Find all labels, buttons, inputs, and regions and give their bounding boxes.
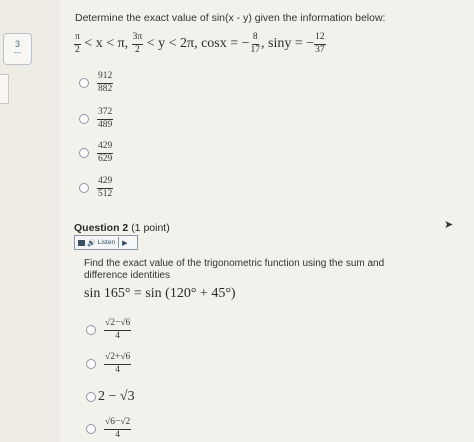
cond-frac-3: 8 17 <box>250 32 262 55</box>
choice-fraction: √2−√6 4 <box>104 318 132 341</box>
frac-num: 3π <box>131 32 144 45</box>
question-pager[interactable]: 3 --- <box>3 33 32 65</box>
radio-button[interactable] <box>86 392 96 402</box>
frac-num: 912 <box>97 71 114 84</box>
pager-dash: --- <box>14 50 21 57</box>
frac-den: 882 <box>98 83 113 94</box>
choice-fraction: 372 489 <box>97 107 114 130</box>
frac-num: √2−√6 <box>104 318 132 331</box>
frac-den: 2 <box>135 44 140 55</box>
play-icon[interactable]: ▶ <box>122 239 127 247</box>
speaker-icon[interactable]: 🔊 <box>87 239 96 247</box>
q2-choice-3[interactable]: 2 − √3 <box>86 389 135 405</box>
frac-num: π <box>74 32 81 45</box>
q1-choice-3[interactable]: 429 629 <box>79 141 114 164</box>
frac-den: 17 <box>250 44 261 55</box>
q1-choice-2[interactable]: 372 489 <box>79 107 114 130</box>
frac-den: 512 <box>98 188 113 199</box>
side-panel-tab[interactable] <box>0 74 9 104</box>
q2-equation: sin 165° = sin (120° + 45°) <box>84 286 236 301</box>
q2-title: Question 2 <box>74 222 129 234</box>
radio-button[interactable] <box>79 183 89 193</box>
q2-points: (1 point) <box>131 222 170 234</box>
frac-num: 429 <box>97 141 114 154</box>
q2-header: Question 2 (1 point) <box>74 222 170 234</box>
frac-den: 37 <box>315 44 325 55</box>
cond-text-1: < x < π, <box>80 36 132 52</box>
radio-button[interactable] <box>79 78 89 88</box>
q2-text: Find the exact value of the trigonometri… <box>84 258 385 281</box>
choice-fraction: 912 882 <box>97 71 114 94</box>
frac-den: 4 <box>115 429 121 440</box>
left-rail <box>0 0 60 442</box>
cond-frac-2: 3π 2 <box>131 32 144 55</box>
q1-stem: Determine the exact value of sin(x - y) … <box>75 12 386 24</box>
choice-fraction: 429 629 <box>97 141 114 164</box>
frac-den: 4 <box>115 364 121 375</box>
listen-label[interactable]: Listen <box>98 239 115 246</box>
q1-choice-1[interactable]: 912 882 <box>79 71 114 94</box>
choice-fraction: √2+√6 4 <box>104 352 132 375</box>
pager-number: 3 <box>14 39 20 49</box>
radio-button[interactable] <box>86 424 96 434</box>
radio-button[interactable] <box>79 148 89 158</box>
cond-frac-1: π2 <box>74 32 81 55</box>
radio-button[interactable] <box>86 325 96 335</box>
q2-choice-2[interactable]: √2+√6 4 <box>86 352 132 375</box>
radio-button[interactable] <box>79 114 89 124</box>
cond-frac-4: 12 37 <box>314 32 326 55</box>
q1-choice-4[interactable]: 429 512 <box>79 176 114 199</box>
frac-num: 429 <box>97 176 114 189</box>
radio-button[interactable] <box>86 359 96 369</box>
cond-text-3: , siny = − <box>261 36 315 52</box>
q2-choice-1[interactable]: √2−√6 4 <box>86 318 132 341</box>
choice-fraction: √6−√2 4 <box>104 417 132 440</box>
toolbar-icon <box>78 239 85 246</box>
listen-toolbar[interactable]: 🔊 Listen ▶ <box>74 235 138 250</box>
frac-den: 629 <box>98 153 113 164</box>
frac-num: 372 <box>97 107 114 120</box>
frac-den: 489 <box>98 119 113 130</box>
frac-num: 8 <box>251 32 259 45</box>
q1-condition: π2 < x < π, 3π 2 < y < 2π, cosx = −8 17, s… <box>74 32 326 55</box>
choice-text: 2 − √3 <box>98 389 135 404</box>
frac-num: √6−√2 <box>104 417 132 430</box>
cursor-icon: ➤ <box>444 219 454 231</box>
frac-num: 12 <box>314 32 326 45</box>
toolbar-divider <box>118 237 120 248</box>
q2-choice-4[interactable]: √6−√2 4 <box>86 417 132 440</box>
frac-den: 2 <box>75 44 80 55</box>
cond-text-2: < y < 2π, cosx = − <box>143 36 250 52</box>
choice-fraction: 429 512 <box>97 176 114 199</box>
frac-den: 4 <box>115 330 121 341</box>
frac-num: √2+√6 <box>104 352 132 365</box>
